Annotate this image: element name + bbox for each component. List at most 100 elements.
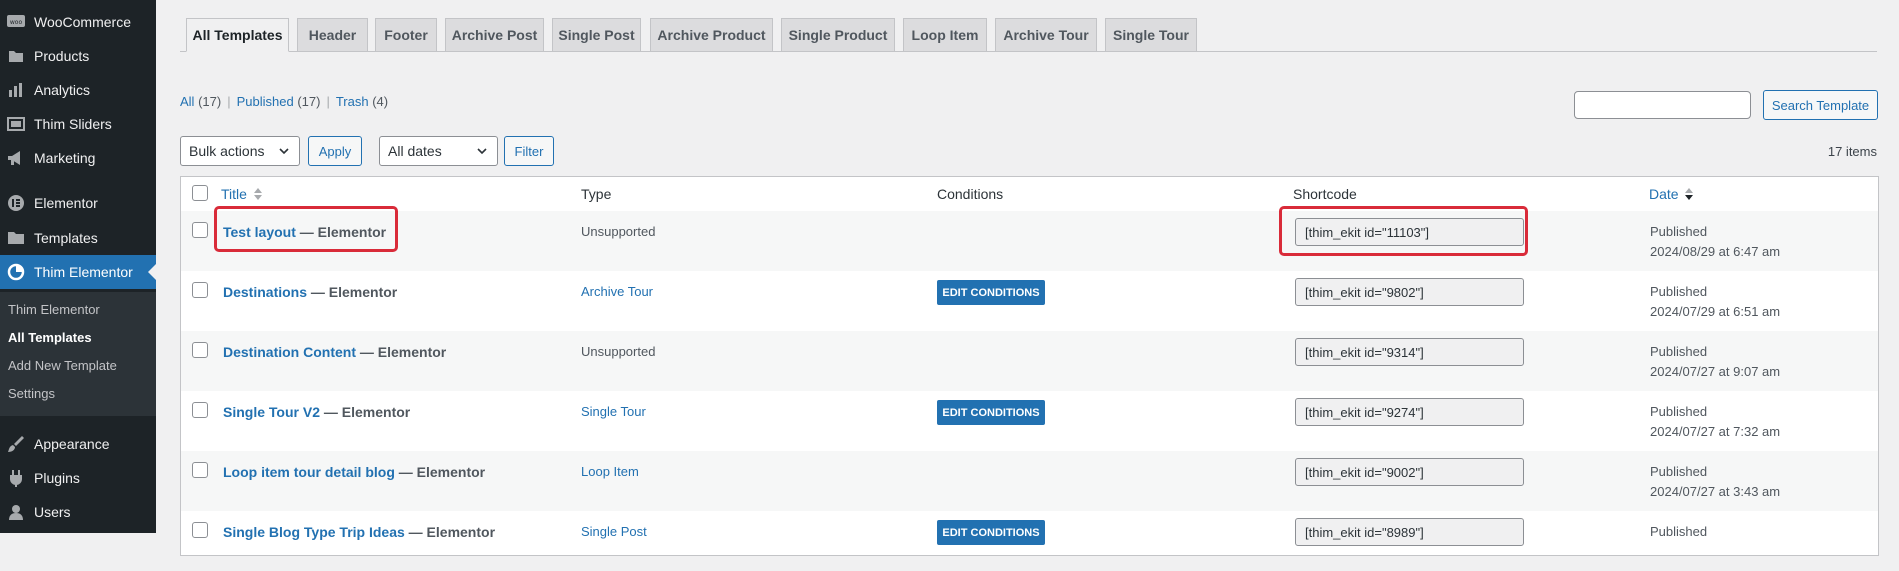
edit-conditions-button[interactable]: EDIT CONDITIONS <box>937 280 1045 305</box>
column-date-header[interactable]: Date <box>1649 186 1694 202</box>
tab-loop-item[interactable]: Loop Item <box>903 18 987 52</box>
shortcode-field[interactable]: [thim_ekit id="9314"] <box>1295 338 1524 366</box>
template-title-link[interactable]: Destination Content <box>223 344 356 360</box>
column-conditions-header: Conditions <box>937 186 1004 202</box>
sort-icon <box>253 188 262 200</box>
megaphone-icon <box>6 148 26 168</box>
tab-archive-tour[interactable]: Archive Tour <box>995 18 1097 52</box>
tab-archive-post[interactable]: Archive Post <box>445 18 544 52</box>
row-type: Unsupported <box>581 224 656 239</box>
svg-text:woo: woo <box>10 19 23 26</box>
row-status: Published <box>1650 224 1708 239</box>
column-title-label: Title <box>221 186 247 202</box>
row-type: Unsupported <box>581 344 656 359</box>
search-input[interactable] <box>1574 91 1751 119</box>
row-checkbox[interactable] <box>192 342 208 358</box>
sidebar-item-label: Products <box>34 48 90 64</box>
submenu-item-thim-elementor[interactable]: Thim Elementor <box>8 302 100 317</box>
row-checkbox[interactable] <box>192 402 208 418</box>
row-checkbox[interactable] <box>192 282 208 298</box>
sidebar-item-products[interactable]: Products <box>0 39 156 73</box>
submenu-item-settings[interactable]: Settings <box>8 386 55 401</box>
row-date: 2024/07/29 at 6:51 am <box>1650 304 1781 319</box>
filter-published-link[interactable]: Published (17) <box>237 94 321 109</box>
row-title: Single Tour V2 — Elementor <box>223 404 410 420</box>
filter-all-link[interactable]: All (17) <box>180 94 221 109</box>
tab-single-product[interactable]: Single Product <box>781 18 895 52</box>
tab-all-templates[interactable]: All Templates <box>186 18 289 52</box>
sidebar-item-label: Thim Sliders <box>34 116 112 132</box>
template-title-link[interactable]: Loop item tour detail blog <box>223 464 395 480</box>
template-title-link[interactable]: Destinations <box>223 284 307 300</box>
tab-header[interactable]: Header <box>297 18 368 52</box>
table-header: Title Type Conditions Shortcode Date <box>181 177 1878 212</box>
filter-trash-label: Trash <box>335 94 369 109</box>
search-template-button[interactable]: Search Template <box>1763 90 1878 120</box>
sidebar-item-templates[interactable]: Templates <box>0 221 156 255</box>
filter-all-count: (17) <box>198 94 222 109</box>
bulk-actions-select[interactable]: Bulk actions <box>180 136 300 166</box>
row-date: 2024/07/27 at 9:07 am <box>1650 364 1781 379</box>
submenu-item-add-new-template[interactable]: Add New Template <box>8 358 117 373</box>
template-title-link[interactable]: Single Tour V2 <box>223 404 320 420</box>
row-status: Published <box>1650 404 1708 419</box>
filter-trash-link[interactable]: Trash (4) <box>336 94 388 109</box>
row-title: Destinations — Elementor <box>223 284 397 300</box>
analytics-icon <box>6 80 26 100</box>
row-checkbox[interactable] <box>192 462 208 478</box>
shortcode-field[interactable]: [thim_ekit id="9802"] <box>1295 278 1524 306</box>
sidebar-item-thim-elementor[interactable]: Thim Elementor <box>0 255 156 289</box>
sidebar-item-plugins[interactable]: Plugins <box>0 461 156 495</box>
row-title: Single Blog Type Trip Ideas — Elementor <box>223 524 495 540</box>
row-checkbox[interactable] <box>192 222 208 238</box>
sidebar-item-elementor[interactable]: Elementor <box>0 186 156 220</box>
select-all-checkbox[interactable] <box>192 185 208 201</box>
sidebar-item-label: Templates <box>34 230 98 246</box>
row-type-link[interactable]: Single Tour <box>581 404 646 419</box>
submenu-item-all-templates[interactable]: All Templates <box>8 330 92 345</box>
sort-desc-icon <box>1685 188 1694 200</box>
tab-footer[interactable]: Footer <box>375 18 437 52</box>
table-row: Destinations — Elementor Archive Tour ED… <box>181 271 1878 331</box>
sidebar-item-thim-sliders[interactable]: Thim Sliders <box>0 107 156 141</box>
tab-single-tour[interactable]: Single Tour <box>1105 18 1197 52</box>
column-type-header: Type <box>581 186 612 202</box>
title-suffix: — Elementor <box>404 524 496 540</box>
date-filter-select[interactable]: All dates <box>379 136 498 166</box>
chevron-down-icon <box>477 148 487 155</box>
column-title-header[interactable]: Title <box>221 186 263 202</box>
edit-conditions-button[interactable]: EDIT CONDITIONS <box>937 400 1045 425</box>
sidebar-item-woocommerce[interactable]: woo WooCommerce <box>0 5 156 39</box>
highlight-title-box <box>214 206 398 252</box>
shortcode-field[interactable]: [thim_ekit id="9274"] <box>1295 398 1524 426</box>
template-title-link[interactable]: Single Blog Type Trip Ideas <box>223 524 405 540</box>
elementor-icon <box>6 193 26 213</box>
woocommerce-icon: woo <box>6 12 26 32</box>
bulk-actions-value: Bulk actions <box>189 143 265 159</box>
tab-archive-product[interactable]: Archive Product <box>650 18 773 52</box>
sidebar-item-appearance[interactable]: Appearance <box>0 427 156 461</box>
tab-single-post[interactable]: Single Post <box>552 18 641 52</box>
sidebar-item-label: Users <box>34 504 71 520</box>
filter-all-label: All <box>180 94 195 109</box>
title-suffix: — Elementor <box>356 344 447 360</box>
sliders-icon <box>6 114 26 134</box>
shortcode-field[interactable]: [thim_ekit id="9002"] <box>1295 458 1524 486</box>
row-type-link[interactable]: Archive Tour <box>581 284 653 299</box>
sidebar-item-users[interactable]: Users <box>0 495 156 529</box>
row-status: Published <box>1650 284 1708 299</box>
sidebar-item-analytics[interactable]: Analytics <box>0 73 156 107</box>
row-status: Published <box>1650 344 1708 359</box>
shortcode-field[interactable]: [thim_ekit id="8989"] <box>1295 518 1524 546</box>
row-date: 2024/07/27 at 7:32 am <box>1650 424 1781 439</box>
apply-button[interactable]: Apply <box>308 136 362 166</box>
row-type-link[interactable]: Single Post <box>581 524 647 539</box>
filter-separator: | <box>227 94 231 109</box>
row-checkbox[interactable] <box>192 522 208 538</box>
filter-button[interactable]: Filter <box>504 136 554 166</box>
items-count: 17 items <box>1827 144 1877 159</box>
filter-published-label: Published <box>236 94 294 109</box>
row-type-link[interactable]: Loop Item <box>581 464 639 479</box>
sidebar-item-marketing[interactable]: Marketing <box>0 141 156 175</box>
sidebar-item-label: WooCommerce <box>34 14 131 30</box>
